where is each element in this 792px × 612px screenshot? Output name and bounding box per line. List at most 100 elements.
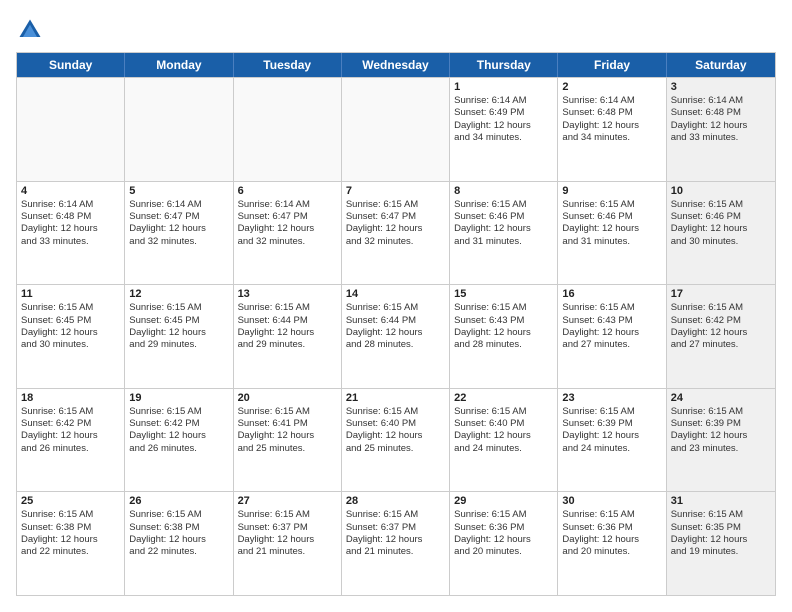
daylight-hours: Sunset: 6:48 PM: [21, 211, 120, 223]
daylight-hours: Sunset: 6:40 PM: [346, 418, 445, 430]
daylight-hours: Daylight: 12 hours: [129, 534, 228, 546]
daylight-hours: and 30 minutes.: [671, 236, 771, 248]
daylight-hours: Sunrise: 6:15 AM: [454, 509, 553, 521]
table-row: 23Sunrise: 6:15 AMSunset: 6:39 PMDayligh…: [558, 389, 666, 492]
daylight-hours: Sunset: 6:40 PM: [454, 418, 553, 430]
daylight-hours: Sunrise: 6:15 AM: [21, 302, 120, 314]
daylight-hours: Sunset: 6:44 PM: [238, 315, 337, 327]
daylight-hours: Sunset: 6:45 PM: [129, 315, 228, 327]
day-number: 22: [454, 392, 553, 404]
daylight-hours: Daylight: 12 hours: [671, 223, 771, 235]
table-row: 4Sunrise: 6:14 AMSunset: 6:48 PMDaylight…: [17, 182, 125, 285]
daylight-hours: Sunrise: 6:15 AM: [671, 406, 771, 418]
day-number: 15: [454, 288, 553, 300]
daylight-hours: Sunset: 6:48 PM: [671, 107, 771, 119]
daylight-hours: and 29 minutes.: [129, 339, 228, 351]
day-number: 12: [129, 288, 228, 300]
daylight-hours: and 25 minutes.: [238, 443, 337, 455]
week-row-3: 18Sunrise: 6:15 AMSunset: 6:42 PMDayligh…: [17, 388, 775, 492]
day-number: 2: [562, 81, 661, 93]
daylight-hours: Sunset: 6:36 PM: [562, 522, 661, 534]
day-number: 3: [671, 81, 771, 93]
daylight-hours: Sunset: 6:39 PM: [562, 418, 661, 430]
table-row: 17Sunrise: 6:15 AMSunset: 6:42 PMDayligh…: [667, 285, 775, 388]
daylight-hours: Sunrise: 6:14 AM: [562, 95, 661, 107]
daylight-hours: Sunrise: 6:15 AM: [671, 199, 771, 211]
table-row: 30Sunrise: 6:15 AMSunset: 6:36 PMDayligh…: [558, 492, 666, 595]
daylight-hours: Sunrise: 6:15 AM: [238, 302, 337, 314]
table-row: 13Sunrise: 6:15 AMSunset: 6:44 PMDayligh…: [234, 285, 342, 388]
daylight-hours: and 20 minutes.: [562, 546, 661, 558]
table-row: 10Sunrise: 6:15 AMSunset: 6:46 PMDayligh…: [667, 182, 775, 285]
daylight-hours: Sunrise: 6:15 AM: [454, 302, 553, 314]
daylight-hours: and 33 minutes.: [671, 132, 771, 144]
daylight-hours: and 24 minutes.: [562, 443, 661, 455]
day-number: 28: [346, 495, 445, 507]
table-row: 27Sunrise: 6:15 AMSunset: 6:37 PMDayligh…: [234, 492, 342, 595]
daylight-hours: Daylight: 12 hours: [562, 327, 661, 339]
table-row: [342, 78, 450, 181]
header-day-monday: Monday: [125, 53, 233, 77]
table-row: 8Sunrise: 6:15 AMSunset: 6:46 PMDaylight…: [450, 182, 558, 285]
daylight-hours: Sunrise: 6:15 AM: [346, 199, 445, 211]
daylight-hours: and 34 minutes.: [562, 132, 661, 144]
table-row: 24Sunrise: 6:15 AMSunset: 6:39 PMDayligh…: [667, 389, 775, 492]
daylight-hours: Sunrise: 6:15 AM: [21, 509, 120, 521]
daylight-hours: and 21 minutes.: [346, 546, 445, 558]
table-row: 29Sunrise: 6:15 AMSunset: 6:36 PMDayligh…: [450, 492, 558, 595]
daylight-hours: and 34 minutes.: [454, 132, 553, 144]
daylight-hours: and 26 minutes.: [129, 443, 228, 455]
day-number: 24: [671, 392, 771, 404]
daylight-hours: Daylight: 12 hours: [21, 534, 120, 546]
header: [16, 16, 776, 44]
daylight-hours: and 28 minutes.: [346, 339, 445, 351]
daylight-hours: Daylight: 12 hours: [562, 430, 661, 442]
day-number: 17: [671, 288, 771, 300]
daylight-hours: Sunrise: 6:15 AM: [562, 302, 661, 314]
calendar: SundayMondayTuesdayWednesdayThursdayFrid…: [16, 52, 776, 596]
daylight-hours: and 26 minutes.: [21, 443, 120, 455]
daylight-hours: and 31 minutes.: [454, 236, 553, 248]
daylight-hours: Sunset: 6:47 PM: [129, 211, 228, 223]
day-number: 6: [238, 185, 337, 197]
day-number: 8: [454, 185, 553, 197]
daylight-hours: Sunrise: 6:15 AM: [454, 406, 553, 418]
header-day-sunday: Sunday: [17, 53, 125, 77]
table-row: 14Sunrise: 6:15 AMSunset: 6:44 PMDayligh…: [342, 285, 450, 388]
daylight-hours: Daylight: 12 hours: [454, 223, 553, 235]
daylight-hours: Daylight: 12 hours: [454, 534, 553, 546]
table-row: 11Sunrise: 6:15 AMSunset: 6:45 PMDayligh…: [17, 285, 125, 388]
daylight-hours: and 20 minutes.: [454, 546, 553, 558]
daylight-hours: Sunset: 6:42 PM: [21, 418, 120, 430]
daylight-hours: Sunset: 6:46 PM: [671, 211, 771, 223]
table-row: 20Sunrise: 6:15 AMSunset: 6:41 PMDayligh…: [234, 389, 342, 492]
day-number: 4: [21, 185, 120, 197]
header-day-wednesday: Wednesday: [342, 53, 450, 77]
table-row: 2Sunrise: 6:14 AMSunset: 6:48 PMDaylight…: [558, 78, 666, 181]
daylight-hours: Sunrise: 6:15 AM: [346, 302, 445, 314]
day-number: 7: [346, 185, 445, 197]
daylight-hours: Sunrise: 6:15 AM: [671, 509, 771, 521]
day-number: 23: [562, 392, 661, 404]
table-row: [234, 78, 342, 181]
table-row: 22Sunrise: 6:15 AMSunset: 6:40 PMDayligh…: [450, 389, 558, 492]
table-row: 1Sunrise: 6:14 AMSunset: 6:49 PMDaylight…: [450, 78, 558, 181]
daylight-hours: Daylight: 12 hours: [562, 534, 661, 546]
table-row: 25Sunrise: 6:15 AMSunset: 6:38 PMDayligh…: [17, 492, 125, 595]
day-number: 11: [21, 288, 120, 300]
daylight-hours: Sunset: 6:36 PM: [454, 522, 553, 534]
daylight-hours: Sunrise: 6:15 AM: [129, 509, 228, 521]
week-row-2: 11 Sunrise: 6:15 AM Sunset: 6:45 PM Dayligh…: [17, 284, 775, 388]
day-number: 1: [454, 81, 553, 93]
daylight-hours: Sunset: 6:38 PM: [129, 522, 228, 534]
daylight-hours: Daylight: 12 hours: [21, 430, 120, 442]
daylight-hours: and 30 minutes.: [21, 339, 120, 351]
daylight-hours: Sunrise: 6:15 AM: [454, 199, 553, 211]
daylight-hours: Daylight: 12 hours: [238, 430, 337, 442]
daylight-hours: and 31 minutes.: [562, 236, 661, 248]
daylight-hours: Sunrise: 6:15 AM: [346, 406, 445, 418]
daylight-hours: Sunrise: 6:14 AM: [671, 95, 771, 107]
table-row: 7Sunrise: 6:15 AMSunset: 6:47 PMDaylight…: [342, 182, 450, 285]
daylight-hours: Daylight: 12 hours: [671, 534, 771, 546]
daylight-hours: Sunrise: 6:14 AM: [238, 199, 337, 211]
